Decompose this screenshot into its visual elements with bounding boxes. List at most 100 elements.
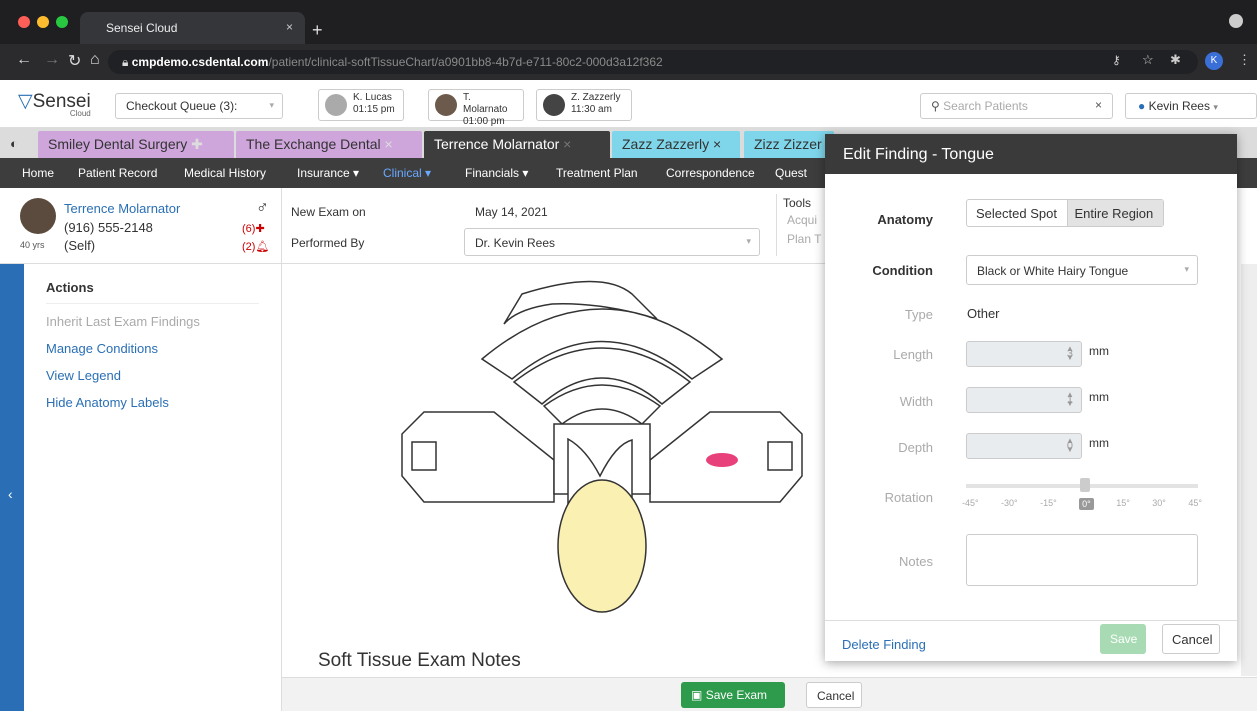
home-icon[interactable]: ⌂ bbox=[90, 51, 100, 69]
tools-label: Tools bbox=[783, 196, 812, 210]
close-tab-icon[interactable]: × bbox=[385, 136, 393, 152]
width-label: Width bbox=[899, 394, 933, 409]
nav-medical-history[interactable]: Medical History bbox=[184, 166, 266, 180]
alert-count-1[interactable]: (6)✚ bbox=[242, 222, 265, 235]
nav-treatment-plan[interactable]: Treatment Plan bbox=[556, 166, 638, 180]
patient-relation: (Self) bbox=[64, 238, 96, 253]
rotation-ticks: -45° -30° -15° 0° 15° 30° 45° bbox=[962, 498, 1202, 510]
profile-avatar[interactable]: K bbox=[1205, 52, 1223, 70]
rotation-label: Rotation bbox=[884, 490, 933, 505]
close-tab-icon[interactable]: × bbox=[563, 136, 571, 152]
delete-finding-link[interactable]: Delete Finding bbox=[842, 637, 926, 652]
maximize-window-button[interactable] bbox=[56, 16, 68, 28]
user-icon: ● bbox=[1138, 99, 1146, 113]
finding-marker bbox=[706, 453, 738, 467]
checkout-queue-select[interactable]: Checkout Queue (3): ▾ bbox=[115, 93, 283, 119]
browser-menu-icon[interactable]: ⋮ bbox=[1238, 52, 1251, 68]
tab-label: Zizz Zizzer bbox=[754, 136, 822, 152]
clear-search-icon[interactable]: × bbox=[1095, 98, 1102, 112]
alert-count-text: (6) bbox=[242, 223, 256, 235]
new-tab-icon[interactable]: + bbox=[312, 20, 323, 41]
width-input[interactable]: 1 bbox=[966, 387, 1082, 413]
depth-input[interactable]: 0 bbox=[966, 433, 1082, 459]
depth-unit: mm bbox=[1089, 436, 1109, 450]
alert-count-2[interactable]: (2)🔔︎ bbox=[242, 240, 269, 253]
chevron-down-icon: ▾ bbox=[269, 100, 274, 110]
patient-name[interactable]: Terrence Molarnator bbox=[64, 201, 180, 216]
view-legend-link[interactable]: View Legend bbox=[46, 368, 259, 383]
appointment-chip[interactable]: T. Molarnato 01:00 pm bbox=[428, 89, 524, 127]
avatar bbox=[543, 94, 565, 116]
type-label: Type bbox=[904, 307, 933, 322]
search-patients-input[interactable]: ⚲ Search Patients × bbox=[920, 93, 1113, 119]
selected-spot-option[interactable]: Selected Spot bbox=[967, 200, 1067, 226]
tab-terrence-molarnator[interactable]: Terrence Molarnator × bbox=[424, 131, 610, 158]
nav-patient-record[interactable]: Patient Record bbox=[78, 166, 157, 180]
nav-home[interactable]: Home bbox=[22, 166, 54, 180]
width-stepper-icon[interactable]: ▲ ▼ bbox=[1066, 390, 1074, 408]
inherit-last-exam-link[interactable]: Inherit Last Exam Findings bbox=[46, 314, 259, 329]
user-menu[interactable]: ● Kevin Rees ▾ bbox=[1125, 93, 1257, 119]
tab-smiley-dental-surgery[interactable]: Smiley Dental Surgery ✚ bbox=[38, 131, 234, 158]
nav-correspondence[interactable]: Correspondence bbox=[666, 166, 755, 180]
soft-tissue-chart[interactable] bbox=[282, 264, 842, 676]
notes-textarea[interactable] bbox=[966, 534, 1198, 586]
address-bar[interactable]: 🔒︎ cmpdemo.csdental.com/patient/clinical… bbox=[108, 50, 1198, 74]
appointment-chip[interactable]: Z. Zazzerly 11:30 am bbox=[536, 89, 632, 121]
sensei-logo[interactable]: ▽Sensei Cloud bbox=[18, 90, 91, 118]
rotation-slider-handle[interactable] bbox=[1080, 478, 1090, 492]
nav-insurance[interactable]: Insurance ▾ bbox=[297, 166, 359, 180]
chrome-menu-icon[interactable] bbox=[1229, 14, 1243, 28]
nav-clinical[interactable]: Clinical ▾ bbox=[383, 166, 431, 180]
anatomy-toggle[interactable]: Selected Spot Entire Region bbox=[966, 199, 1164, 227]
browser-tab[interactable]: Sensei Cloud × bbox=[80, 12, 305, 44]
condition-select[interactable]: Black or White Hairy Tongue ▾ bbox=[966, 255, 1198, 285]
user-name: Kevin Rees bbox=[1148, 99, 1210, 113]
manage-conditions-link[interactable]: Manage Conditions bbox=[46, 341, 259, 356]
save-finding-button[interactable]: Save bbox=[1100, 624, 1146, 654]
tab-zizz-zizzer[interactable]: Zizz Zizzer bbox=[744, 131, 834, 158]
chevron-down-icon: ▾ bbox=[1184, 264, 1189, 274]
nav-financials[interactable]: Financials ▾ bbox=[465, 166, 528, 180]
key-icon[interactable]: ⚷ bbox=[1112, 53, 1121, 67]
close-tab-icon[interactable]: × bbox=[713, 136, 721, 152]
length-stepper-icon[interactable]: ▲ ▼ bbox=[1066, 344, 1074, 362]
tab-zazz-zazzerly[interactable]: Zazz Zazzerly × bbox=[612, 131, 740, 158]
right-scroll-strip[interactable] bbox=[1241, 264, 1257, 676]
save-exam-button[interactable]: ▣ Save Exam bbox=[681, 682, 785, 708]
bell-icon: 🔔︎ bbox=[255, 241, 270, 253]
tools-acquire[interactable]: Acqui bbox=[787, 213, 817, 227]
cancel-exam-button[interactable]: Cancel bbox=[806, 682, 862, 708]
star-icon[interactable]: ☆ bbox=[1142, 52, 1154, 68]
save-exam-label: Save Exam bbox=[705, 688, 768, 702]
soft-palate bbox=[542, 384, 662, 425]
length-input[interactable]: 3 bbox=[966, 341, 1082, 367]
hide-anatomy-labels-link[interactable]: Hide Anatomy Labels bbox=[46, 395, 259, 410]
tab-title: Sensei Cloud bbox=[106, 21, 178, 35]
nav-questionnaires[interactable]: Quest bbox=[775, 166, 807, 180]
search-icon: ⚲ bbox=[931, 99, 940, 113]
oral-anatomy-diagram[interactable] bbox=[282, 264, 842, 676]
close-tab-icon[interactable]: × bbox=[286, 20, 293, 34]
depth-label: Depth bbox=[898, 440, 933, 455]
extensions-icon[interactable]: ✱ bbox=[1170, 52, 1181, 68]
cancel-finding-button[interactable]: Cancel bbox=[1162, 624, 1220, 654]
male-icon: ♂ bbox=[256, 198, 269, 217]
forward-icon[interactable]: → bbox=[44, 51, 60, 69]
minimize-window-button[interactable] bbox=[37, 16, 49, 28]
tab-the-exchange-dental[interactable]: The Exchange Dental × bbox=[236, 131, 422, 158]
tools-plan[interactable]: Plan T bbox=[787, 232, 821, 246]
back-icon[interactable]: ← bbox=[16, 51, 32, 69]
condition-value: Black or White Hairy Tongue bbox=[977, 264, 1129, 278]
entire-region-option[interactable]: Entire Region bbox=[1066, 200, 1163, 226]
collapse-sidebar-bar[interactable]: ‹ bbox=[0, 264, 24, 711]
reload-icon[interactable]: ↻ bbox=[68, 51, 81, 71]
close-window-button[interactable] bbox=[18, 16, 30, 28]
performed-by-value: Dr. Kevin Rees bbox=[475, 236, 556, 250]
queue-label: Checkout Queue (3): bbox=[126, 99, 238, 113]
performed-by-select[interactable]: Dr. Kevin Rees ▾ bbox=[464, 228, 760, 256]
exam-date[interactable]: May 14, 2021 bbox=[475, 205, 548, 219]
appointment-chip[interactable]: K. Lucas 01:15 pm bbox=[318, 89, 404, 121]
depth-stepper-icon[interactable]: ▲ ▼ bbox=[1066, 436, 1074, 454]
url-host: cmpdemo.csdental.com bbox=[131, 55, 269, 69]
